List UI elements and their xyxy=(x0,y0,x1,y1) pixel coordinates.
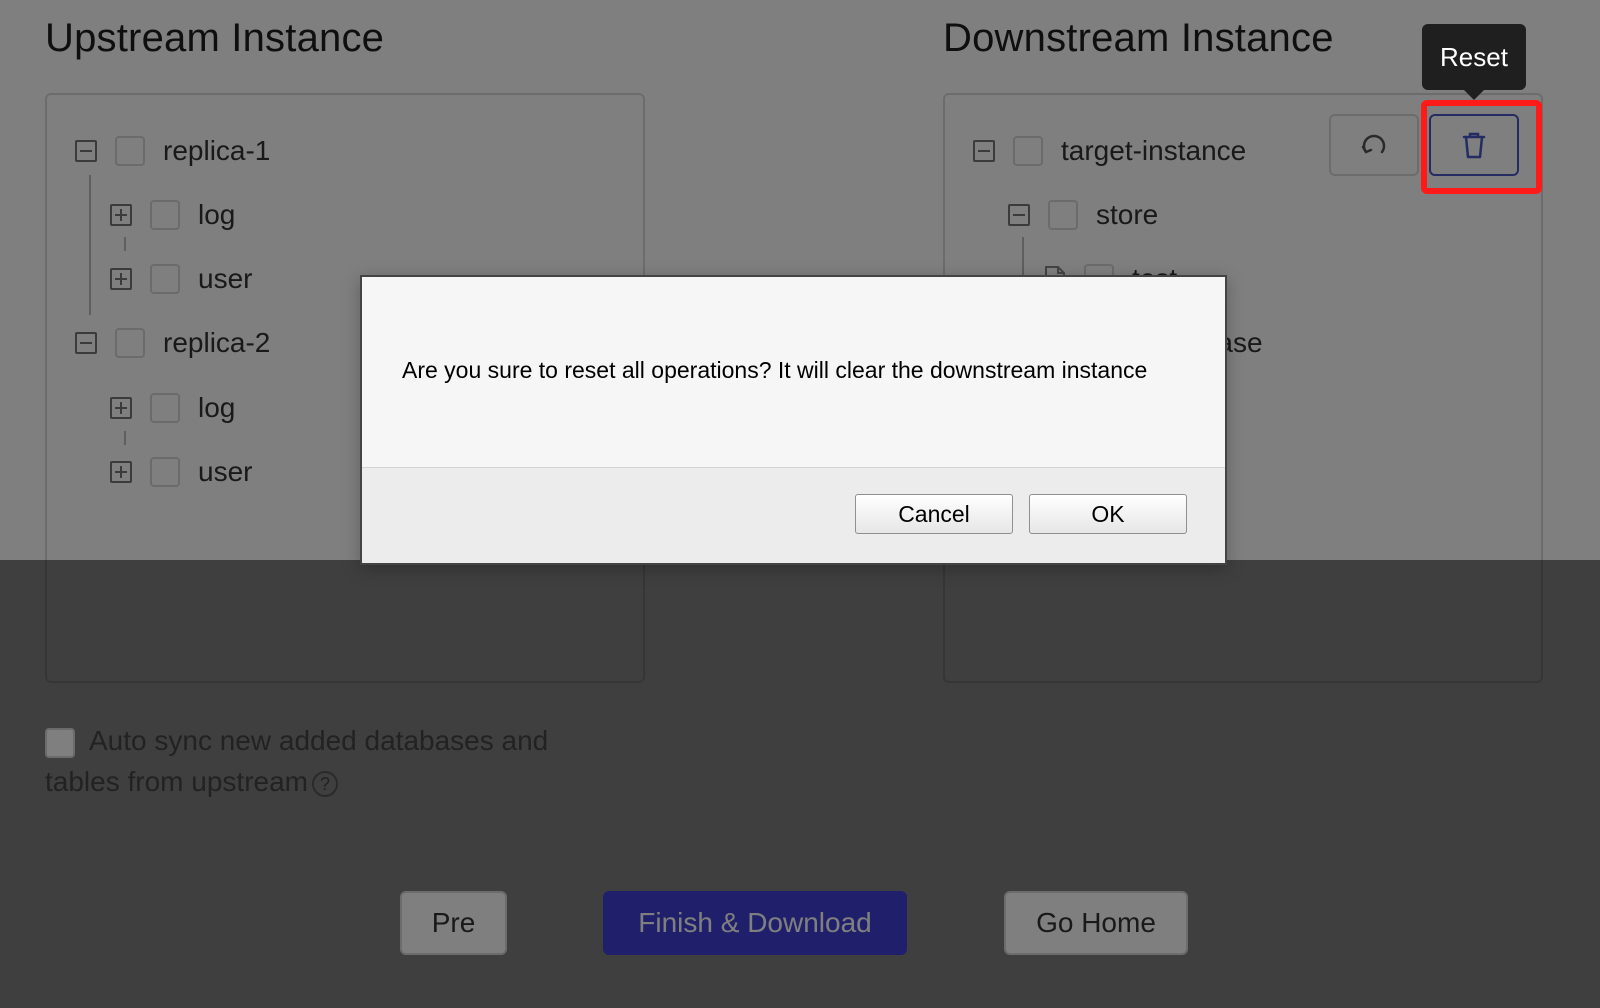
ok-button[interactable]: OK xyxy=(1029,494,1187,534)
dialog-footer: Cancel OK xyxy=(362,467,1225,563)
tooltip-arrow xyxy=(1464,90,1484,100)
modal-overlay-bottom xyxy=(0,560,1600,1008)
dialog-message: Are you sure to reset all operations? It… xyxy=(402,357,1148,383)
confirm-dialog: Are you sure to reset all operations? It… xyxy=(360,275,1227,565)
reset-tooltip: Reset xyxy=(1422,24,1526,90)
reset-button-highlight xyxy=(1421,100,1542,194)
cancel-button[interactable]: Cancel xyxy=(855,494,1013,534)
